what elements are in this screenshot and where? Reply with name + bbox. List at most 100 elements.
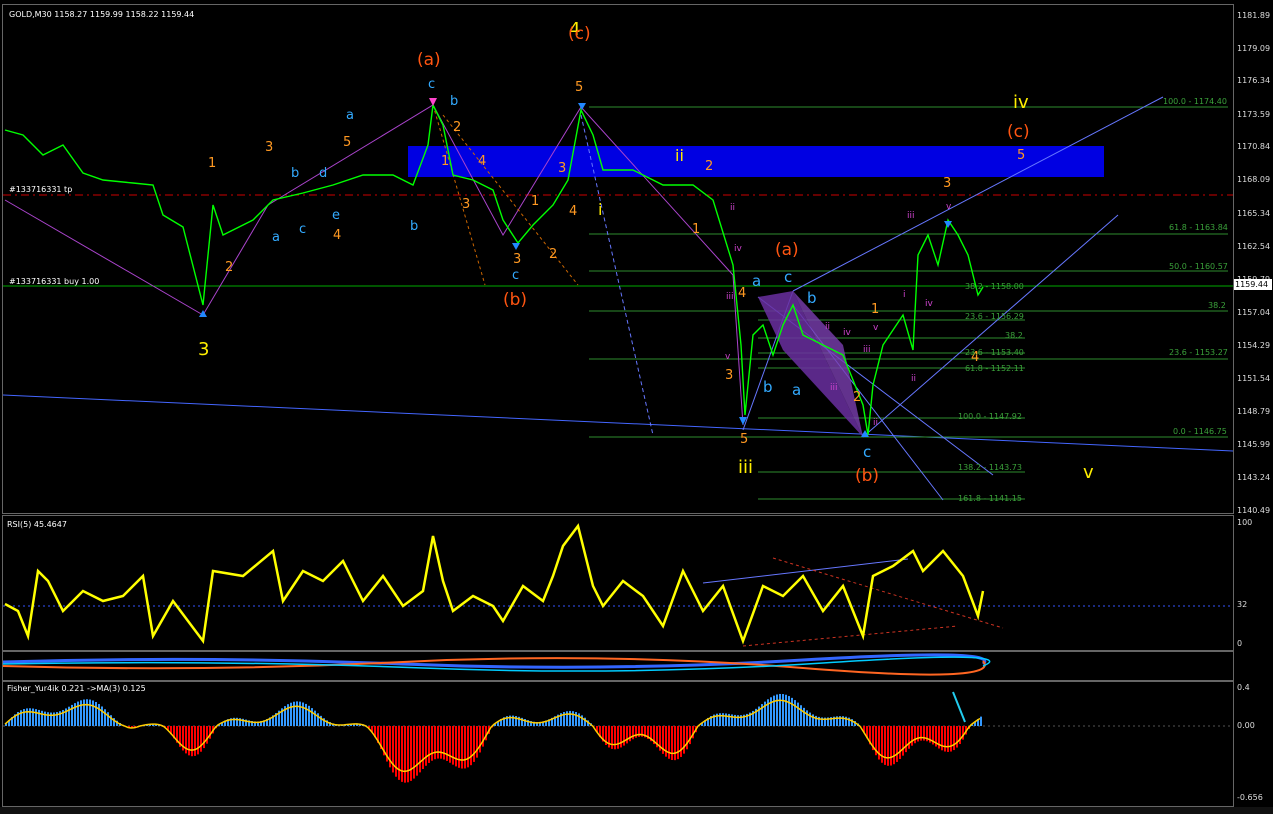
fisher-bar xyxy=(188,726,190,756)
fisher-bar xyxy=(773,695,775,726)
fisher-bar xyxy=(953,726,955,751)
svg-text:a: a xyxy=(752,272,761,290)
fisher-bar xyxy=(299,701,301,726)
fisher-bar xyxy=(302,702,304,726)
svg-text:23.6 - 1156.29: 23.6 - 1156.29 xyxy=(965,312,1024,321)
svg-text:38.2: 38.2 xyxy=(1005,331,1023,340)
fisher-bar xyxy=(29,708,31,726)
fisher-bar xyxy=(32,708,34,726)
fisher-bar xyxy=(683,726,685,754)
fisher-bar xyxy=(950,726,952,752)
fisher-arrow xyxy=(952,691,966,723)
fisher-bar xyxy=(959,726,961,745)
fisher-bar xyxy=(944,726,946,752)
fisher-bar xyxy=(434,726,436,760)
svg-text:i: i xyxy=(903,290,906,300)
fisher-bar xyxy=(194,726,196,756)
price-chart-svg: 4 3 iv iii v i ii (a) (c) (b) (a) (c) (b… xyxy=(3,19,1233,503)
fisher-bar xyxy=(314,710,316,726)
svg-text:ii: ii xyxy=(675,146,684,165)
svg-text:ii: ii xyxy=(730,203,735,213)
svg-text:4: 4 xyxy=(478,154,486,169)
svg-text:b: b xyxy=(763,378,773,396)
svg-text:2: 2 xyxy=(549,247,557,262)
svg-text:b: b xyxy=(807,289,817,307)
svg-text:(c): (c) xyxy=(568,24,591,44)
fisher-bar xyxy=(947,726,949,752)
fisher-bar xyxy=(917,726,919,742)
svg-text:2: 2 xyxy=(705,159,713,174)
svg-text:100.0 - 1147.92: 100.0 - 1147.92 xyxy=(958,412,1022,421)
svg-text:iv: iv xyxy=(843,328,852,338)
fisher-bar xyxy=(83,699,85,726)
fisher-bar xyxy=(884,726,886,765)
fisher-bar xyxy=(419,726,421,773)
rsi-pane[interactable]: RSI(5) 45.4647 xyxy=(2,515,1234,651)
fisher-bar xyxy=(470,726,472,766)
fisher-bar xyxy=(803,707,805,726)
svg-text:(a): (a) xyxy=(417,50,441,70)
fisher-axis: 0.4 0.00 -0.656 xyxy=(1237,683,1263,802)
svg-text:1: 1 xyxy=(531,194,539,209)
tp-label: #133716331 tp xyxy=(9,185,73,194)
fisher-bar xyxy=(305,703,307,726)
svg-text:ii: ii xyxy=(825,322,830,332)
rsi-axis: 100 32 0 xyxy=(1237,518,1253,648)
svg-text:v: v xyxy=(1083,462,1094,483)
fisher-bar xyxy=(452,726,454,765)
svg-text:3: 3 xyxy=(462,197,470,212)
fisher-bar xyxy=(104,709,106,726)
ma-ribbon-pane[interactable] xyxy=(2,651,1234,681)
fisher-bar xyxy=(446,726,448,761)
svg-text:(b): (b) xyxy=(855,466,879,486)
svg-text:5: 5 xyxy=(575,80,583,95)
svg-text:ii: ii xyxy=(873,418,878,428)
fisher-bar xyxy=(476,726,478,758)
fisher-bar xyxy=(416,726,418,776)
fisher-bar xyxy=(674,726,676,761)
svg-text:5: 5 xyxy=(343,135,351,150)
svg-text:3: 3 xyxy=(725,368,733,383)
svg-text:1: 1 xyxy=(208,156,216,171)
svg-text:c: c xyxy=(299,222,306,237)
fisher-bar xyxy=(401,726,403,782)
fisher-bar xyxy=(449,726,451,763)
svg-text:23.6 - 1153.40: 23.6 - 1153.40 xyxy=(965,348,1024,357)
svg-text:a: a xyxy=(792,381,801,399)
svg-text:38.2: 38.2 xyxy=(1208,301,1226,310)
svg-text:v: v xyxy=(725,352,731,362)
fisher-bar xyxy=(794,700,796,726)
svg-text:100.0 - 1174.40: 100.0 - 1174.40 xyxy=(1163,97,1227,106)
fisher-bar xyxy=(671,726,673,760)
current-price-label: 1159.44 xyxy=(1234,279,1272,290)
fisher-bar xyxy=(893,726,895,765)
fisher-pane[interactable]: Fisher_Yur4ik 0.221 ->MA(3) 0.125 xyxy=(2,681,1234,807)
fisher-bar xyxy=(779,693,781,726)
svg-text:iii: iii xyxy=(907,211,915,221)
fisher-bar xyxy=(200,726,202,752)
price-chart-pane[interactable]: 4 3 iv iii v i ii (a) (c) (b) (a) (c) (b… xyxy=(2,4,1234,514)
fisher-bar xyxy=(455,726,457,767)
fisher-bar xyxy=(410,726,412,781)
svg-text:iii: iii xyxy=(726,292,734,302)
fisher-bar xyxy=(404,726,406,783)
svg-text:61.8 - 1163.84: 61.8 - 1163.84 xyxy=(1169,223,1228,232)
svg-text:2: 2 xyxy=(225,260,233,275)
fisher-bar xyxy=(398,726,400,780)
fisher-bar xyxy=(611,726,613,749)
svg-text:4: 4 xyxy=(333,228,341,243)
fisher-bar xyxy=(890,726,892,766)
svg-text:v: v xyxy=(873,323,879,333)
svg-text:a: a xyxy=(346,108,354,123)
svg-text:23.6 - 1153.27: 23.6 - 1153.27 xyxy=(1169,348,1228,357)
svg-text:1: 1 xyxy=(692,222,700,237)
svg-text:b: b xyxy=(450,94,458,109)
svg-text:5: 5 xyxy=(1017,148,1025,163)
fisher-bar xyxy=(785,694,787,726)
svg-text:3: 3 xyxy=(513,252,521,267)
bottom-strip xyxy=(0,807,1273,814)
fisher-bar xyxy=(569,710,571,726)
fisher-bar xyxy=(395,726,397,777)
fisher-bar xyxy=(440,726,442,759)
fisher-bar xyxy=(668,726,670,759)
